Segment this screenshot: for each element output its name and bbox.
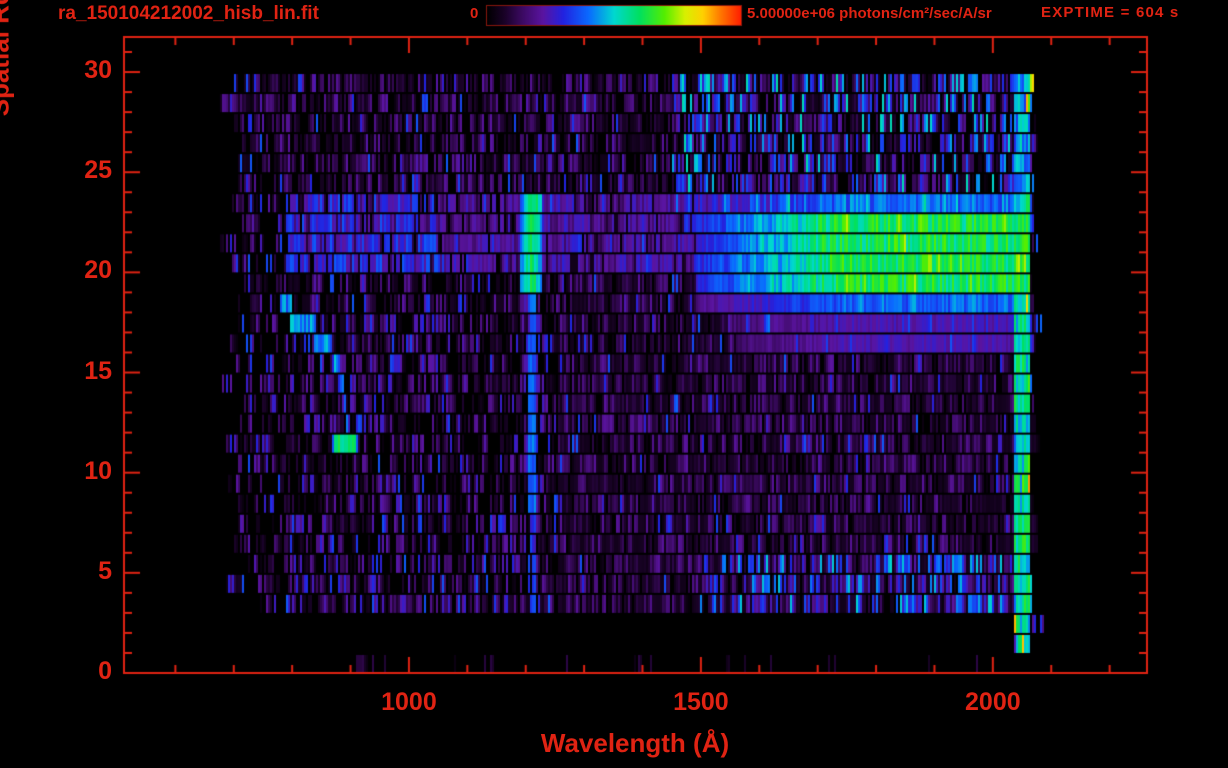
y-tick-label: 10 — [84, 456, 112, 485]
x-axis-title: Wavelength (Å) — [540, 728, 730, 758]
spectral-image-viewer: ra_150104212002_hisb_lin.fit 0 5.00000e+… — [0, 0, 1228, 768]
y-tick-label: 0 — [98, 657, 112, 685]
x-tick-label: 2000 — [965, 688, 1021, 716]
y-tick-label: 15 — [84, 356, 112, 385]
colorbar-gradient — [487, 6, 741, 25]
colorbar-min-label: 0 — [470, 5, 479, 22]
x-tick-label: 1500 — [673, 688, 729, 716]
x-tick-label: 1000 — [381, 688, 437, 716]
exptime-label: EXPTIME = 604 s — [1041, 4, 1180, 21]
y-tick-label: 30 — [84, 56, 112, 85]
y-tick-label: 5 — [98, 556, 112, 585]
y-tick-label: 25 — [84, 156, 112, 185]
y-axis-title-text: Spatial Row (PIxel) — [0, 0, 15, 117]
plot-title: ra_150104212002_hisb_lin.fit — [58, 3, 319, 24]
plot-area — [124, 37, 1147, 673]
colorbar-max-label: 5.00000e+06 photons/cm²/sec/A/sr — [747, 5, 992, 22]
y-tick-label: 20 — [84, 256, 112, 285]
